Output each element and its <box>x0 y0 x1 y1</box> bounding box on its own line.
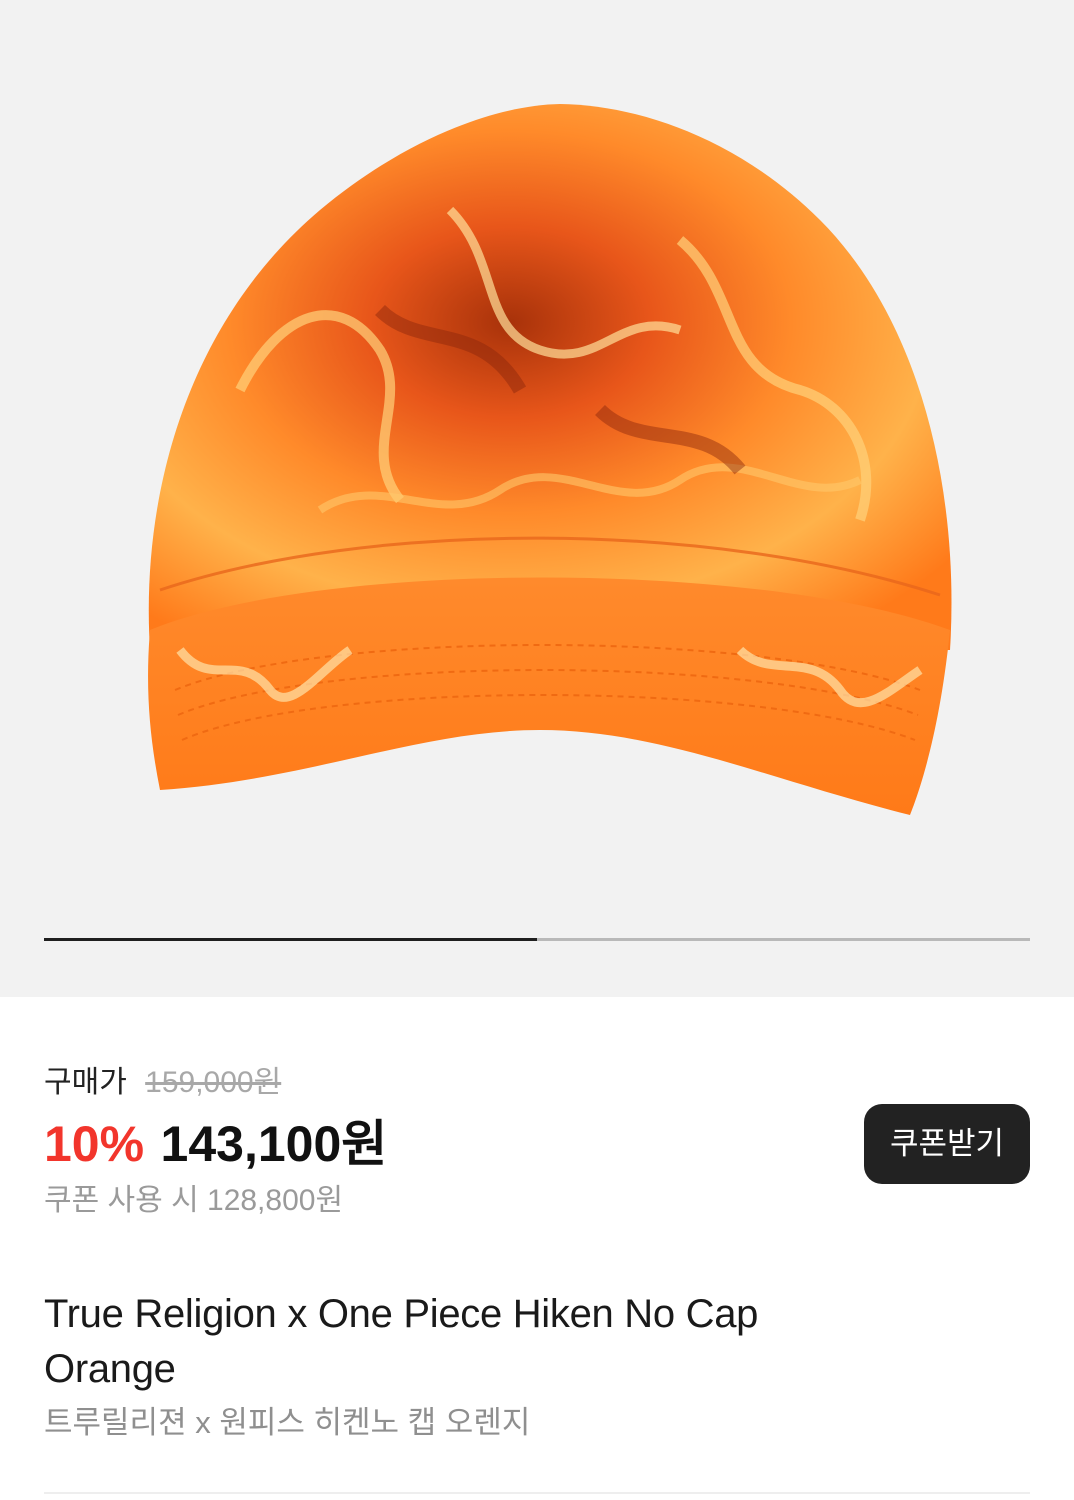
product-title: True Religion x One Piece Hiken No Cap O… <box>44 1292 759 1391</box>
section-divider <box>44 1492 1030 1494</box>
gallery-progress-bar[interactable] <box>44 938 1030 941</box>
sale-price-row: 10% 143,100원 <box>44 1113 387 1188</box>
gallery-progress-indicator <box>44 938 537 941</box>
sale-price: 143,100원 <box>160 1116 388 1172</box>
coupon-price-text: 쿠폰 사용 시 128,800원 <box>44 1184 344 1217</box>
flame-print-cap-image <box>148 104 952 815</box>
original-price: 159,000원 <box>145 1066 282 1099</box>
product-subtitle: 트루릴리젼 x 원피스 히켄노 캡 오렌지 <box>44 1405 531 1440</box>
product-image-gallery[interactable] <box>0 0 1074 997</box>
price-label-row: 구매가 159,000원 <box>44 1063 281 1103</box>
get-coupon-button[interactable]: 쿠폰받기 <box>864 1104 1030 1184</box>
purchase-price-label: 구매가 <box>44 1066 127 1099</box>
product-info-panel: 구매가 159,000원 10% 143,100원 쿠폰 사용 시 128,80… <box>0 997 1074 1500</box>
discount-rate: 10% <box>44 1116 145 1172</box>
